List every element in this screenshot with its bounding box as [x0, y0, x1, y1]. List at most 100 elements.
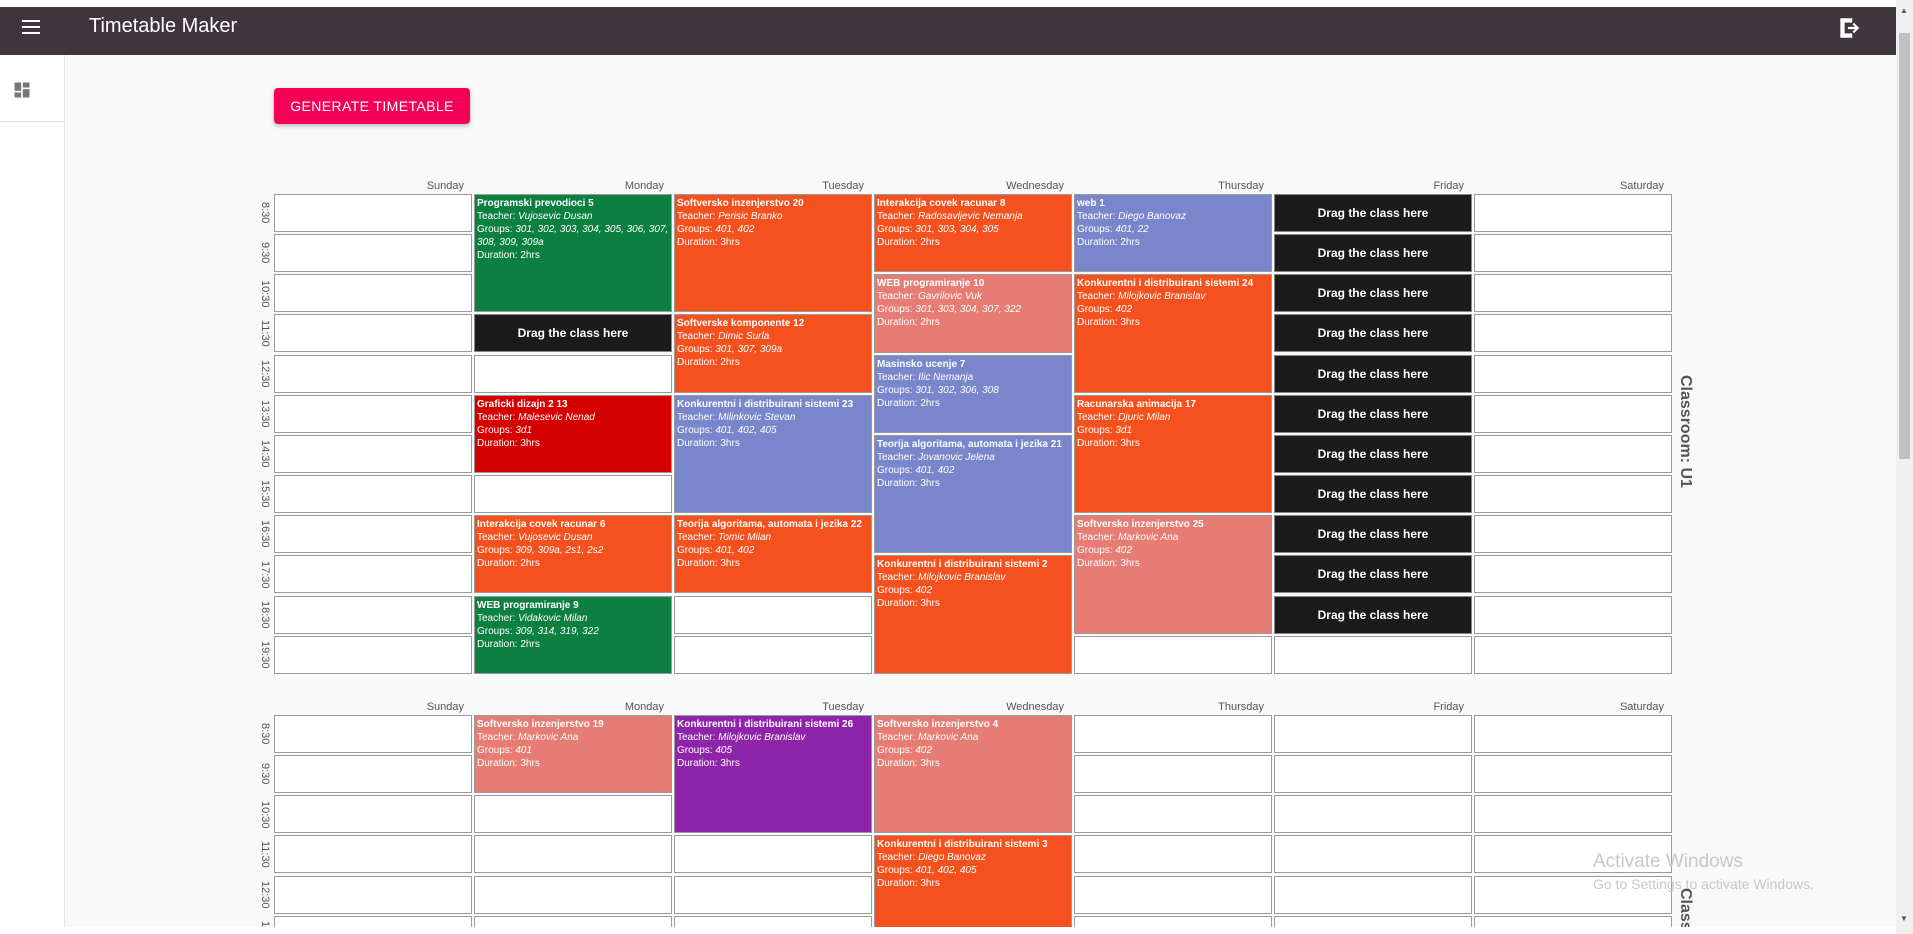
logout-icon[interactable] — [1836, 15, 1862, 41]
timeslot-cell[interactable] — [1474, 795, 1672, 834]
timeslot-cell[interactable] — [1074, 755, 1272, 794]
timeslot-cell[interactable] — [474, 475, 672, 514]
class-block[interactable]: Teorija algoritama, automata i jezika 21… — [874, 434, 1072, 554]
class-block[interactable]: Softversko inzenjerstvo 19 Teacher: Marko… — [474, 715, 672, 794]
class-block[interactable]: Konkurentni i distribuirani sistemi 3 Tea… — [874, 835, 1072, 927]
timeslot-cell[interactable] — [274, 555, 472, 594]
menu-icon[interactable] — [16, 12, 46, 42]
timeslot-cell[interactable] — [274, 234, 472, 273]
timeslot-cell[interactable] — [274, 194, 472, 232]
timeslot-cell[interactable] — [1274, 835, 1472, 874]
class-block[interactable]: Interakcija covek racunar 6 Teacher: Vujo… — [474, 515, 672, 594]
timeslot-cell[interactable] — [1274, 915, 1472, 927]
timeslot-cell[interactable] — [1274, 715, 1472, 753]
class-block[interactable]: Softverske komponente 12 Teacher: Dimic S… — [674, 314, 872, 393]
class-block[interactable]: Interakcija covek racunar 8 Teacher: Rado… — [874, 194, 1072, 273]
timeslot-cell[interactable] — [1074, 635, 1272, 674]
class-block[interactable]: Konkurentni i distribuirani sistemi 23 Te… — [674, 394, 872, 514]
timeslot-cell[interactable] — [1074, 875, 1272, 914]
timeslot-cell[interactable] — [474, 915, 672, 927]
timeslot-cell[interactable] — [1474, 515, 1672, 554]
timeslot-cell[interactable] — [1274, 875, 1472, 914]
class-block[interactable]: Programski prevodioci 5 Teacher: Vujosevi… — [474, 194, 672, 313]
drop-target[interactable]: Drag the class here — [1274, 515, 1472, 554]
timeslot-cell[interactable] — [1074, 835, 1272, 874]
class-block[interactable]: WEB programiranje 9 Teacher: Vidakovic Mi… — [474, 595, 672, 674]
timeslot-cell[interactable] — [1474, 915, 1672, 927]
timeslot-cell[interactable] — [674, 635, 872, 674]
class-block[interactable]: Konkurentni i distribuirani sistemi 26 Te… — [674, 715, 872, 834]
timeslot-cell[interactable] — [1474, 475, 1672, 514]
timeslot-cell[interactable] — [1474, 314, 1672, 353]
timeslot-cell[interactable] — [274, 595, 472, 634]
class-block[interactable]: Konkurentni i distribuirani sistemi 24 Te… — [1074, 274, 1272, 393]
timeslot-cell[interactable] — [274, 515, 472, 554]
class-block[interactable]: Softversko inzenjerstvo 4 Teacher: Markov… — [874, 715, 1072, 834]
drop-target[interactable]: Drag the class here — [1274, 314, 1472, 353]
scrollbar-thumb[interactable] — [1899, 33, 1910, 459]
class-block[interactable]: Softversko inzenjerstvo 20 Teacher: Peris… — [674, 194, 872, 313]
timeslot-cell[interactable] — [1474, 434, 1672, 473]
timeslot-cell[interactable] — [674, 835, 872, 874]
drop-target[interactable]: Drag the class here — [1274, 194, 1472, 232]
dashboard-icon[interactable] — [12, 80, 32, 100]
timeslot-cell[interactable] — [1074, 715, 1272, 753]
timeslot-cell[interactable] — [274, 835, 472, 874]
drop-target[interactable]: Drag the class here — [1274, 555, 1472, 594]
class-block[interactable]: Konkurentni i distribuirani sistemi 2 Tea… — [874, 555, 1072, 674]
class-block[interactable]: Masinsko ucenje 7 Teacher: Ilic Nemanja Gr… — [874, 354, 1072, 433]
drop-target[interactable]: Drag the class here — [474, 314, 672, 353]
drop-target[interactable]: Drag the class here — [1274, 274, 1472, 313]
class-block[interactable]: Softversko inzenjerstvo 25 Teacher: Marko… — [1074, 515, 1272, 634]
class-block[interactable]: Racunarska animacija 17 Teacher: Djuric M… — [1074, 394, 1272, 514]
class-block[interactable]: Teorija algoritama, automata i jezika 22… — [674, 515, 872, 594]
scroll-down-icon[interactable]: ▼ — [1900, 914, 1908, 923]
time-label: 9:30 — [259, 763, 271, 785]
timeslot-cell[interactable] — [1274, 755, 1472, 794]
timeslot-cell[interactable] — [1074, 915, 1272, 927]
timeslot-cell[interactable] — [274, 715, 472, 753]
timeslot-cell[interactable] — [274, 274, 472, 313]
class-block[interactable]: web 1 Teacher: Diego Banovaz Groups: 401, … — [1074, 194, 1272, 273]
timeslot-cell[interactable] — [1474, 234, 1672, 273]
timeslot-cell[interactable] — [474, 354, 672, 393]
timeslot-cell[interactable] — [1274, 635, 1472, 674]
timeslot-cell[interactable] — [1474, 394, 1672, 433]
timeslot-cell[interactable] — [674, 595, 872, 634]
timeslot-cell[interactable] — [274, 795, 472, 834]
drop-target[interactable]: Drag the class here — [1274, 394, 1472, 433]
timeslot-cell[interactable] — [274, 475, 472, 514]
timeslot-cell[interactable] — [1474, 635, 1672, 674]
timeslot-cell[interactable] — [474, 835, 672, 874]
timeslot-cell[interactable] — [274, 635, 472, 674]
drop-target[interactable]: Drag the class here — [1274, 354, 1472, 393]
timeslot-cell[interactable] — [1474, 555, 1672, 594]
timeslot-cell[interactable] — [274, 875, 472, 914]
drop-target[interactable]: Drag the class here — [1274, 475, 1472, 514]
drop-target[interactable]: Drag the class here — [1274, 434, 1472, 473]
class-block[interactable]: WEB programiranje 10 Teacher: Gavrilovic … — [874, 274, 1072, 353]
class-block[interactable]: Graficki dizajn 2 13 Teacher: Malesevic N… — [474, 394, 672, 474]
timeslot-cell[interactable] — [274, 755, 472, 794]
timeslot-cell[interactable] — [1474, 595, 1672, 634]
timeslot-cell[interactable] — [274, 394, 472, 433]
timeslot-cell[interactable] — [1474, 194, 1672, 232]
timeslot-cell[interactable] — [274, 434, 472, 473]
timeslot-cell[interactable] — [1474, 274, 1672, 313]
timeslot-cell[interactable] — [1474, 715, 1672, 753]
timeslot-cell[interactable] — [474, 795, 672, 834]
timeslot-cell[interactable] — [1074, 795, 1272, 834]
drop-target[interactable]: Drag the class here — [1274, 595, 1472, 634]
generate-timetable-button[interactable]: GENERATE TIMETABLE — [274, 88, 470, 124]
timeslot-cell[interactable] — [274, 354, 472, 393]
timeslot-cell[interactable] — [1474, 354, 1672, 393]
timeslot-cell[interactable] — [474, 875, 672, 914]
scroll-up-icon[interactable]: ▲ — [1900, 6, 1908, 15]
drop-target[interactable]: Drag the class here — [1274, 234, 1472, 273]
timeslot-cell[interactable] — [1474, 755, 1672, 794]
timeslot-cell[interactable] — [674, 875, 872, 914]
timeslot-cell[interactable] — [1274, 795, 1472, 834]
timeslot-cell[interactable] — [274, 314, 472, 353]
timeslot-cell[interactable] — [674, 915, 872, 927]
timeslot-cell[interactable] — [274, 915, 472, 927]
